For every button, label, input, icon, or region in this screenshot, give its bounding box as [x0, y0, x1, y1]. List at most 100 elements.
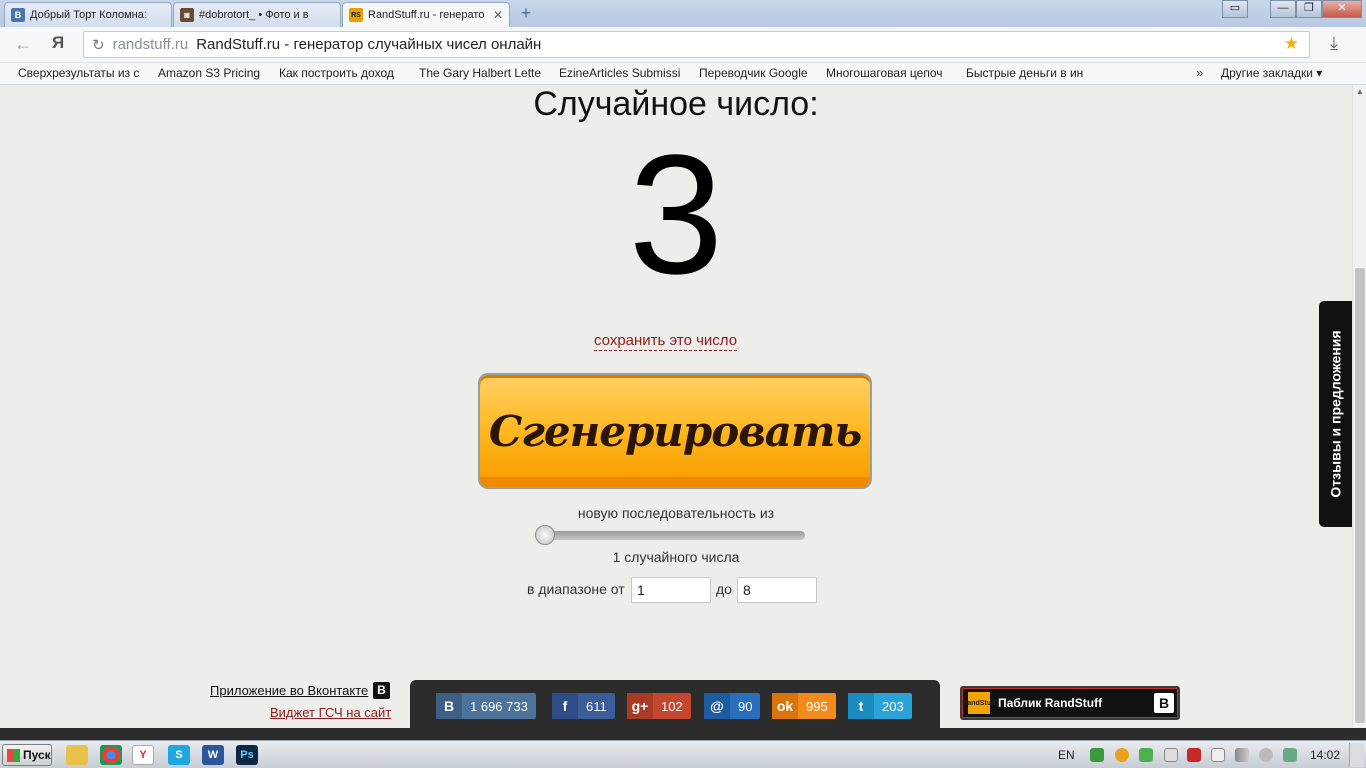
- bookmark-item[interactable]: Многошаговая цепоч: [826, 66, 956, 80]
- chrome-icon[interactable]: [100, 745, 122, 765]
- range-from-label: в диапазоне от: [527, 581, 625, 597]
- windows-logo-icon: [7, 748, 20, 762]
- share-bar: В 1 696 733 f 611 g+ 102 @ 90 ok 995 t 2…: [410, 680, 940, 730]
- page-title: Случайное число:: [533, 85, 819, 123]
- generate-button-label: Сгенерировать: [488, 406, 862, 456]
- sequence-label: новую последовательность из: [577, 505, 775, 521]
- new-tab-button[interactable]: +: [514, 4, 538, 24]
- bookmark-item[interactable]: Как построить доход: [279, 66, 407, 80]
- range-to-label: до: [716, 581, 732, 597]
- signal-tray-icon[interactable]: [1235, 748, 1249, 762]
- share-odnoklassniki-button[interactable]: ok 995: [772, 693, 836, 719]
- skype-icon[interactable]: S: [168, 745, 190, 765]
- share-count: 611: [586, 698, 607, 714]
- reload-icon[interactable]: ↻: [92, 36, 105, 54]
- tab-strip: В Добрый Торт Коломна: ◙ #dobrotort_ • Ф…: [0, 0, 1366, 27]
- bookmark-item[interactable]: Amazon S3 Pricing: [158, 66, 270, 80]
- tab-label: #dobrotort_ • Фото и в: [199, 9, 309, 21]
- bookmark-item[interactable]: The Gary Halbert Lette: [419, 66, 547, 80]
- camera-tray-icon[interactable]: [1187, 748, 1201, 762]
- count-label: 1 случайного числа: [612, 549, 740, 565]
- bookmarks-bar: Сверхрезультаты из с Amazon S3 Pricing К…: [0, 63, 1366, 85]
- address-bar[interactable]: ↻ randstuff.ru RandStuff.ru - генератор …: [83, 31, 1310, 58]
- scrollbar-thumb[interactable]: [1355, 268, 1365, 723]
- randstuff-public-button[interactable]: RandStuff Паблик RandStuff В: [960, 686, 1180, 720]
- randstuff-icon: RS: [349, 8, 363, 22]
- explorer-icon[interactable]: [66, 745, 88, 765]
- clock[interactable]: 14:02: [1310, 748, 1340, 762]
- vk-icon: В: [11, 8, 25, 22]
- yandex-logo[interactable]: Я: [52, 33, 64, 53]
- taskbar: Пуск Y S W Ps EN 14:02: [0, 740, 1366, 768]
- close-window-button[interactable]: ✕: [1322, 0, 1362, 18]
- odnoklassniki-icon: ok: [772, 693, 798, 719]
- share-twitter-button[interactable]: t 203: [848, 693, 912, 719]
- address-title: RandStuff.ru - генератор случайных чисел…: [196, 36, 542, 53]
- vk-app-link[interactable]: Приложение во Вконтакте: [210, 683, 368, 698]
- generate-button[interactable]: Сгенерировать: [480, 375, 870, 487]
- word-icon[interactable]: W: [202, 745, 224, 765]
- language-indicator[interactable]: EN: [1058, 748, 1075, 762]
- share-count: 102: [661, 698, 683, 714]
- public-label: Паблик RandStuff: [998, 696, 1103, 710]
- randstuff-logo: RandStuff: [962, 692, 996, 714]
- antivirus-tray-icon[interactable]: [1115, 748, 1129, 762]
- address-host: randstuff.ru: [112, 36, 189, 53]
- save-number-link[interactable]: сохранить это число: [594, 332, 738, 351]
- usb-tray-icon[interactable]: [1211, 748, 1225, 762]
- bookmark-item[interactable]: Переводчик Google: [699, 66, 819, 80]
- tab-dobryi-tort[interactable]: В Добрый Торт Коломна:: [4, 2, 172, 27]
- twitter-icon: t: [848, 693, 874, 719]
- bookmark-item[interactable]: Быстрые деньги в ин: [966, 66, 1096, 80]
- googleplus-icon: g+: [627, 693, 653, 719]
- minimize-button[interactable]: —: [1270, 0, 1296, 18]
- random-number: 3: [628, 120, 724, 310]
- page-scrollbar[interactable]: ▲: [1352, 85, 1366, 728]
- scroll-up-arrow-icon[interactable]: ▲: [1356, 87, 1364, 96]
- bookmark-item[interactable]: EzineArticles Submissi: [559, 66, 689, 80]
- tabs-list-button[interactable]: ▭: [1222, 0, 1248, 18]
- feedback-tab-label: Отзывы и предложения: [1327, 330, 1344, 498]
- count-slider-track[interactable]: [543, 531, 805, 540]
- tab-dobrotort-instagram[interactable]: ◙ #dobrotort_ • Фото и в: [173, 2, 341, 27]
- widget-link[interactable]: Виджет ГСЧ на сайт: [270, 705, 391, 720]
- bookmark-star-icon[interactable]: ★: [1284, 34, 1299, 54]
- vk-icon: В: [436, 693, 462, 719]
- address-toolbar: ← Я ↻ randstuff.ru RandStuff.ru - генера…: [0, 27, 1366, 63]
- flag-tray-icon[interactable]: [1164, 748, 1178, 762]
- tab-label: RandStuff.ru - генерато: [368, 9, 485, 21]
- share-count: 203: [882, 698, 904, 714]
- share-facebook-button[interactable]: f 611: [552, 693, 615, 719]
- recycle-tray-icon[interactable]: [1283, 748, 1297, 762]
- photoshop-icon[interactable]: Ps: [236, 745, 258, 765]
- page-bottom-strip: [0, 728, 1366, 740]
- instagram-icon: ◙: [180, 8, 194, 22]
- download-icon[interactable]: ⤓: [1330, 33, 1338, 54]
- share-googleplus-button[interactable]: g+ 102: [627, 693, 691, 719]
- range-to-input[interactable]: [737, 577, 817, 603]
- network-tray-icon[interactable]: [1090, 748, 1104, 762]
- facebook-icon: f: [552, 693, 578, 719]
- show-desktop-button[interactable]: [1349, 743, 1364, 767]
- maximize-button[interactable]: ❐: [1296, 0, 1322, 18]
- feedback-tab[interactable]: Отзывы и предложения: [1319, 301, 1352, 527]
- tab-randstuff[interactable]: RS RandStuff.ru - генерато ✕: [342, 2, 510, 27]
- count-slider-handle[interactable]: [535, 525, 555, 545]
- other-bookmarks-button[interactable]: Другие закладки ▾: [1221, 66, 1322, 80]
- yandex-browser-icon[interactable]: Y: [132, 745, 154, 765]
- share-count: 90: [738, 698, 753, 714]
- range-from-input[interactable]: [631, 577, 711, 603]
- bookmark-item[interactable]: Сверхрезультаты из с: [18, 66, 146, 80]
- start-button[interactable]: Пуск: [2, 744, 52, 766]
- share-mailru-button[interactable]: @ 90: [704, 693, 761, 719]
- start-label: Пуск: [23, 748, 51, 762]
- volume-tray-icon[interactable]: [1259, 748, 1273, 762]
- share-vk-button[interactable]: В 1 696 733: [436, 693, 536, 719]
- checkmark-tray-icon[interactable]: [1139, 748, 1153, 762]
- share-count: 995: [806, 698, 828, 714]
- tab-label: Добрый Торт Коломна:: [30, 9, 147, 21]
- vk-icon[interactable]: В: [373, 682, 390, 699]
- back-arrow-icon[interactable]: ←: [14, 34, 32, 55]
- bookmarks-overflow-button[interactable]: »: [1196, 65, 1203, 80]
- close-tab-icon[interactable]: ✕: [493, 8, 503, 22]
